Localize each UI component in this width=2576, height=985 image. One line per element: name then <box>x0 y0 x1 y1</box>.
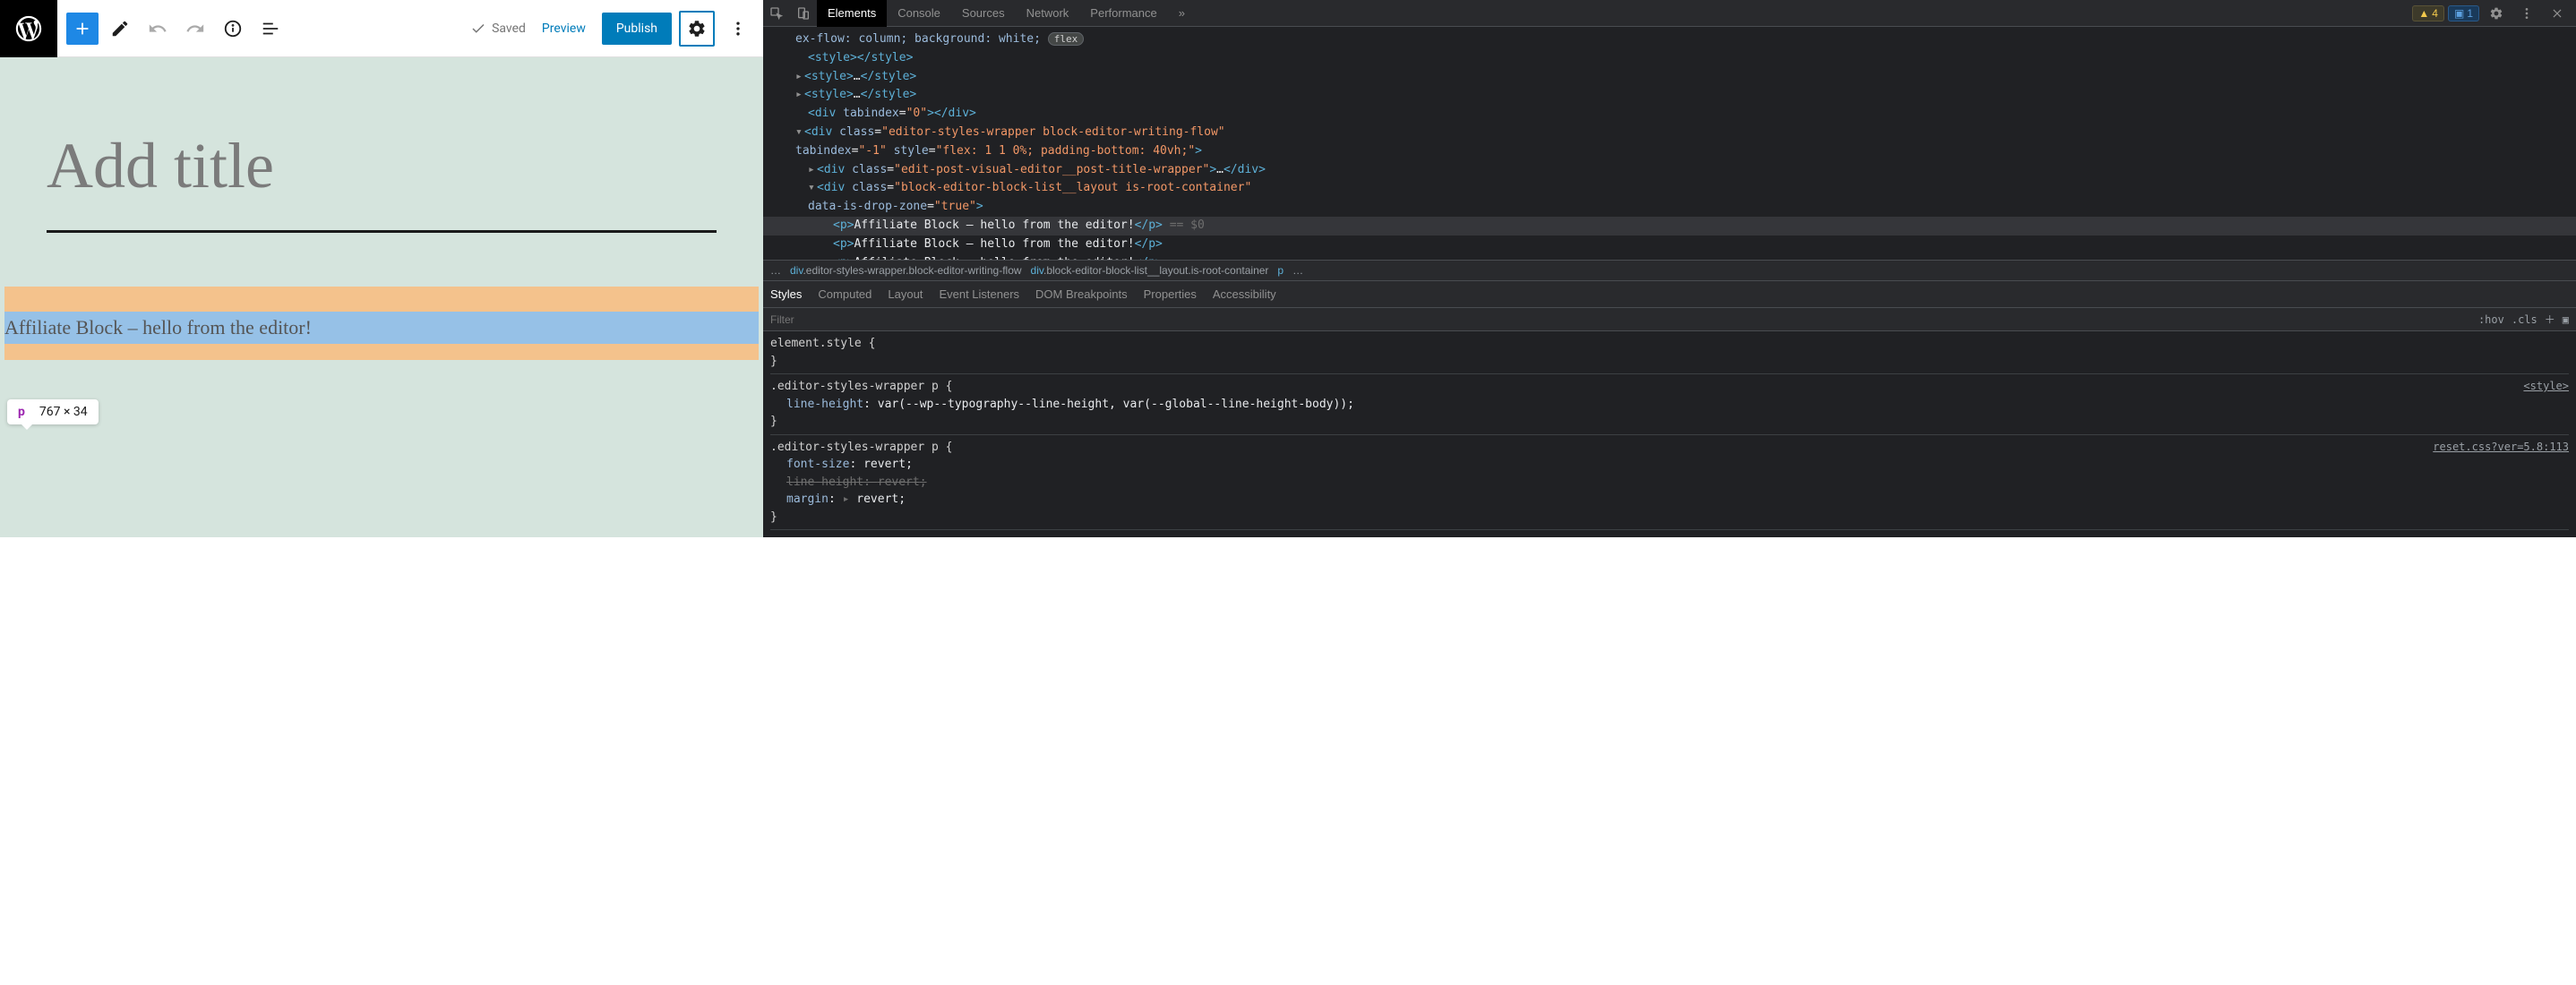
edit-tool-button[interactable] <box>104 13 136 45</box>
rule-source-link[interactable]: reset.css?ver=5.8:113 <box>2433 439 2569 457</box>
breadcrumb-bar[interactable]: … div.editor-styles-wrapper.block-editor… <box>763 260 2576 281</box>
element-inspect-tooltip: p 767 × 34 <box>7 399 99 424</box>
devtools-panel: Elements Console Sources Network Perform… <box>763 0 2576 537</box>
tab-console[interactable]: Console <box>887 0 951 27</box>
styles-pane[interactable]: element.style { } .editor-styles-wrapper… <box>763 331 2576 537</box>
block-margin-highlight-bottom <box>4 344 759 360</box>
styles-tabbar: Styles Computed Layout Event Listeners D… <box>763 281 2576 308</box>
css-declaration[interactable]: font-size: revert; <box>770 456 2569 474</box>
rule-selector[interactable]: .editor-styles-wrapper p { <box>770 378 953 396</box>
warnings-badge[interactable]: ▲ 4 <box>2412 5 2444 21</box>
saved-label: Saved <box>492 21 526 36</box>
dom-line[interactable]: <style></style> <box>763 49 2576 68</box>
tab-sources[interactable]: Sources <box>951 0 1016 27</box>
style-rule[interactable]: element.style { } <box>770 335 2569 374</box>
crumb-item[interactable]: div.block-editor-block-list__layout.is-r… <box>1031 264 1269 277</box>
wordpress-logo[interactable] <box>0 0 57 57</box>
dom-line[interactable]: ex-flow: column; background: white; flex <box>763 30 2576 49</box>
editor-header: Saved Preview Publish <box>0 0 763 57</box>
affiliate-block-highlighted[interactable]: Affiliate Block – hello from the editor! <box>4 312 759 344</box>
dom-line[interactable]: data-is-drop-zone="true"> <box>763 198 2576 217</box>
tab-elements[interactable]: Elements <box>817 0 887 27</box>
toggle-panel-icon[interactable]: ▣ <box>2563 313 2569 326</box>
devtools-menu-icon[interactable] <box>2513 0 2540 27</box>
subtab-layout[interactable]: Layout <box>888 287 923 301</box>
dom-line[interactable]: ▾<div class="editor-styles-wrapper block… <box>763 124 2576 142</box>
rule-selector[interactable]: .editor-styles-wrapper p { <box>770 439 953 457</box>
style-rule[interactable]: .editor-styles-wrapper p { reset.css?ver… <box>770 439 2569 531</box>
styles-filter-input[interactable] <box>770 313 2478 326</box>
block-margin-highlight-top <box>4 287 759 312</box>
editor-toolbar-right: Saved Preview Publish <box>470 11 763 47</box>
subtab-event-listeners[interactable]: Event Listeners <box>939 287 1019 301</box>
editor-canvas[interactable]: Add title p 767 × 34 Affiliate Block – h… <box>0 57 763 537</box>
dom-line-selected[interactable]: <p>Affiliate Block – hello from the edit… <box>763 217 2576 236</box>
css-declaration[interactable]: line-height: var(--wp--typography--line-… <box>770 396 2569 414</box>
issues-badge[interactable]: ▣ 1 <box>2448 5 2479 21</box>
tab-overflow[interactable]: » <box>1168 0 1196 27</box>
subtab-accessibility[interactable]: Accessibility <box>1213 287 1276 301</box>
dom-line[interactable]: ▸<style>…</style> <box>763 68 2576 87</box>
css-declaration[interactable]: margin: ▸ revert; <box>770 491 2569 509</box>
crumb-ellipsis-end[interactable]: … <box>1292 264 1303 277</box>
devtools-settings-icon[interactable] <box>2483 0 2510 27</box>
dom-line[interactable]: ▸<style>…</style> <box>763 86 2576 105</box>
dom-line[interactable]: ▾<div class="block-editor-block-list__la… <box>763 179 2576 198</box>
rule-selector[interactable]: element.style { <box>770 335 2569 353</box>
subtab-computed[interactable]: Computed <box>818 287 872 301</box>
add-rule-icon[interactable]: ＋ <box>2545 312 2555 327</box>
devtools-tabbar: Elements Console Sources Network Perform… <box>763 0 2576 27</box>
preview-button[interactable]: Preview <box>533 14 595 43</box>
rule-source-link[interactable]: <style> <box>2523 378 2569 396</box>
style-rule[interactable]: .editor-styles-wrapper p { <style> line-… <box>770 378 2569 435</box>
cls-toggle[interactable]: .cls <box>2512 313 2537 326</box>
inspect-element-icon[interactable] <box>763 0 790 27</box>
dom-line[interactable]: ▸<div class="edit-post-visual-editor__po… <box>763 161 2576 180</box>
hov-toggle[interactable]: :hov <box>2478 313 2504 326</box>
title-separator <box>47 230 717 233</box>
saved-indicator: Saved <box>470 21 526 37</box>
add-block-button[interactable] <box>66 13 99 45</box>
info-button[interactable] <box>217 13 249 45</box>
styles-filter-bar: :hov .cls ＋ ▣ <box>763 308 2576 331</box>
redo-button[interactable] <box>179 13 211 45</box>
undo-button[interactable] <box>142 13 174 45</box>
more-menu-button[interactable] <box>722 13 754 45</box>
tooltip-tag: p <box>18 405 25 419</box>
settings-button[interactable] <box>679 11 715 47</box>
post-title-input[interactable]: Add title <box>0 57 763 230</box>
publish-button[interactable]: Publish <box>602 13 672 45</box>
crumb-ellipsis[interactable]: … <box>770 264 781 277</box>
subtab-dom-breakpoints[interactable]: DOM Breakpoints <box>1035 287 1128 301</box>
devtools-close-icon[interactable] <box>2544 0 2571 27</box>
subtab-styles[interactable]: Styles <box>770 287 802 301</box>
tab-network[interactable]: Network <box>1016 0 1080 27</box>
dom-tree[interactable]: ex-flow: column; background: white; flex… <box>763 27 2576 260</box>
device-toolbar-icon[interactable] <box>790 0 817 27</box>
outline-button[interactable] <box>254 13 287 45</box>
crumb-item[interactable]: div.editor-styles-wrapper.block-editor-w… <box>790 264 1022 277</box>
wordpress-editor: Saved Preview Publish Add title p 767 × … <box>0 0 763 537</box>
tab-performance[interactable]: Performance <box>1079 0 1167 27</box>
crumb-item[interactable]: p <box>1277 264 1284 277</box>
dom-line[interactable]: <p>Affiliate Block – hello from the edit… <box>763 236 2576 254</box>
tooltip-dimensions: 767 × 34 <box>39 405 88 419</box>
subtab-properties[interactable]: Properties <box>1144 287 1197 301</box>
dom-line[interactable]: tabindex="-1" style="flex: 1 1 0%; paddi… <box>763 142 2576 161</box>
dom-line[interactable]: <div tabindex="0"></div> <box>763 105 2576 124</box>
editor-toolbar-left <box>57 13 470 45</box>
css-declaration-overridden[interactable]: line-height: revert; <box>770 474 2569 492</box>
